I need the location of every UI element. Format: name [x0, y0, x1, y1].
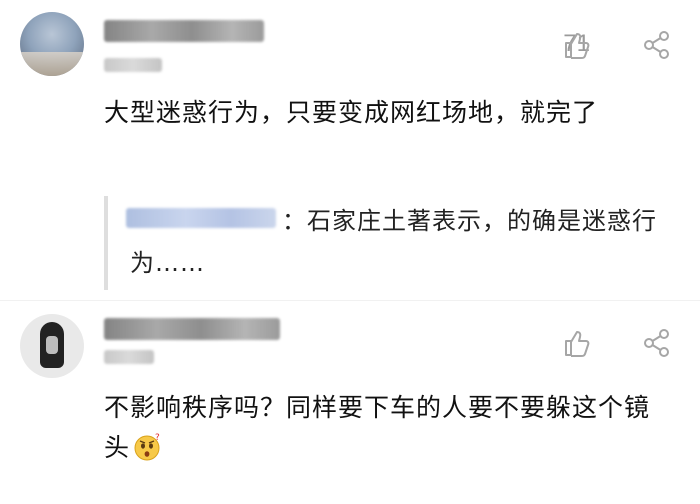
avatar[interactable]	[20, 12, 84, 76]
avatar[interactable]	[20, 314, 84, 378]
username-blurred[interactable]	[104, 20, 264, 42]
comment-item: 71 大型迷惑行为，只要变成网红场地，就完了 ：石家庄土著表示，的确是迷惑行为……	[0, 0, 700, 300]
thumbs-up-icon[interactable]	[562, 328, 592, 358]
reply-text: ：石家庄土著表示，的确是迷惑行为……	[130, 207, 657, 277]
comment-item: 不影响秩序吗？同样要下车的人要不要躲这个镜头 ?	[0, 300, 700, 504]
share-icon[interactable]	[642, 30, 672, 60]
comment-text: 不影响秩序吗？同样要下车的人要不要躲这个镜头 ?	[104, 388, 674, 468]
svg-text:?: ?	[155, 433, 161, 443]
thumbs-up-icon[interactable]	[562, 30, 592, 60]
reply-quote: ：石家庄土著表示，的确是迷惑行为……	[104, 196, 678, 290]
timestamp-blurred	[104, 350, 154, 364]
confused-face-emoji: ?	[134, 433, 161, 461]
share-icon[interactable]	[642, 328, 672, 358]
username-blurred[interactable]	[104, 318, 280, 340]
comment-text: 大型迷惑行为，只要变成网红场地，就完了	[104, 98, 599, 127]
comment-text-content: 不影响秩序吗？同样要下车的人要不要躲这个镜头	[104, 393, 651, 462]
timestamp-blurred	[104, 58, 162, 72]
